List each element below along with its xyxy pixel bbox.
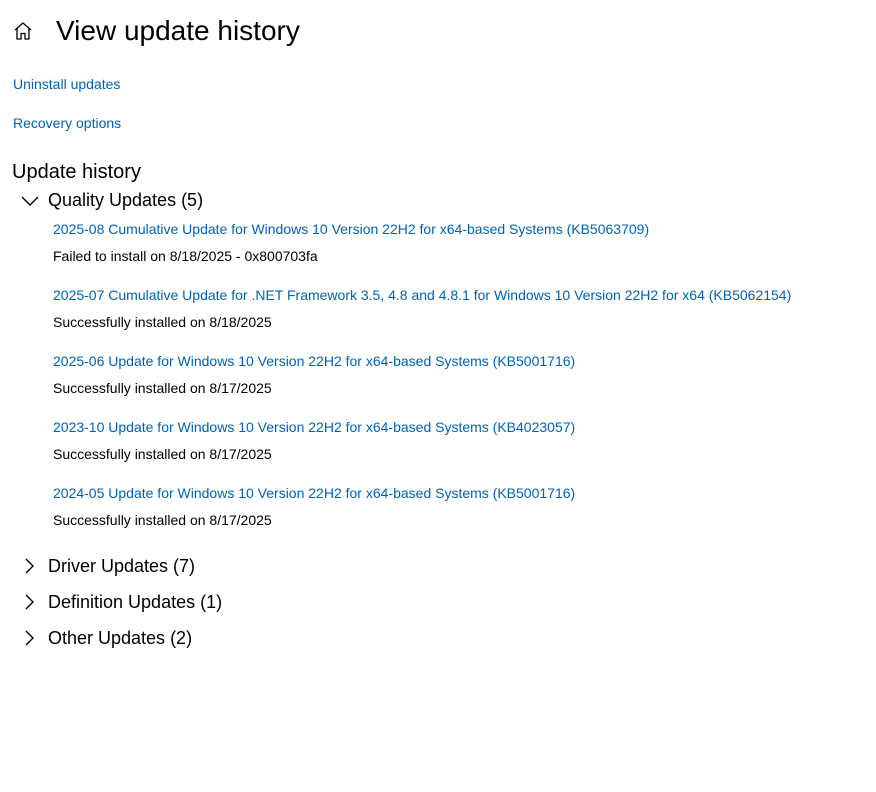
update-status: Failed to install on 8/18/2025 - 0x80070… [53, 248, 318, 264]
update-status: Successfully installed on 8/17/2025 [53, 380, 272, 396]
recovery-options-link[interactable]: Recovery options [13, 113, 121, 133]
chevron-right-icon [18, 626, 42, 650]
update-status: Successfully installed on 8/18/2025 [53, 314, 272, 330]
group-label: Definition Updates (1) [48, 592, 223, 612]
update-history-heading: Update history [12, 161, 141, 183]
group-quality-updates[interactable]: Quality Updates (5) [18, 186, 203, 214]
update-link[interactable]: 2025-08 Cumulative Update for Windows 10… [53, 218, 649, 240]
update-link[interactable]: 2025-07 Cumulative Update for .NET Frame… [53, 284, 791, 306]
group-label: Quality Updates (5) [48, 190, 204, 210]
list-item: 2024-05 Update for Windows 10 Version 22… [53, 482, 853, 548]
update-link[interactable]: 2023-10 Update for Windows 10 Version 22… [53, 416, 575, 438]
chevron-right-icon [18, 590, 42, 614]
list-item: 2025-07 Cumulative Update for .NET Frame… [53, 284, 853, 350]
update-link[interactable]: 2025-06 Update for Windows 10 Version 22… [53, 350, 575, 372]
group-label: Other Updates (2) [48, 628, 193, 648]
chevron-down-icon [18, 188, 42, 212]
list-item: 2023-10 Update for Windows 10 Version 22… [53, 416, 853, 482]
group-other-updates[interactable]: Other Updates (2) [18, 624, 192, 652]
group-driver-updates[interactable]: Driver Updates (7) [18, 552, 195, 580]
home-icon[interactable] [12, 20, 34, 42]
update-link[interactable]: 2024-05 Update for Windows 10 Version 22… [53, 482, 575, 504]
group-label: Driver Updates (7) [48, 556, 196, 576]
update-status: Successfully installed on 8/17/2025 [53, 512, 272, 528]
page-title: View update history [56, 15, 300, 46]
quality-updates-list: 2025-08 Cumulative Update for Windows 10… [53, 218, 853, 548]
group-definition-updates[interactable]: Definition Updates (1) [18, 588, 222, 616]
list-item: 2025-06 Update for Windows 10 Version 22… [53, 350, 853, 416]
list-item: 2025-08 Cumulative Update for Windows 10… [53, 218, 853, 284]
uninstall-updates-link[interactable]: Uninstall updates [13, 74, 120, 94]
chevron-right-icon [18, 554, 42, 578]
update-status: Successfully installed on 8/17/2025 [53, 446, 272, 462]
